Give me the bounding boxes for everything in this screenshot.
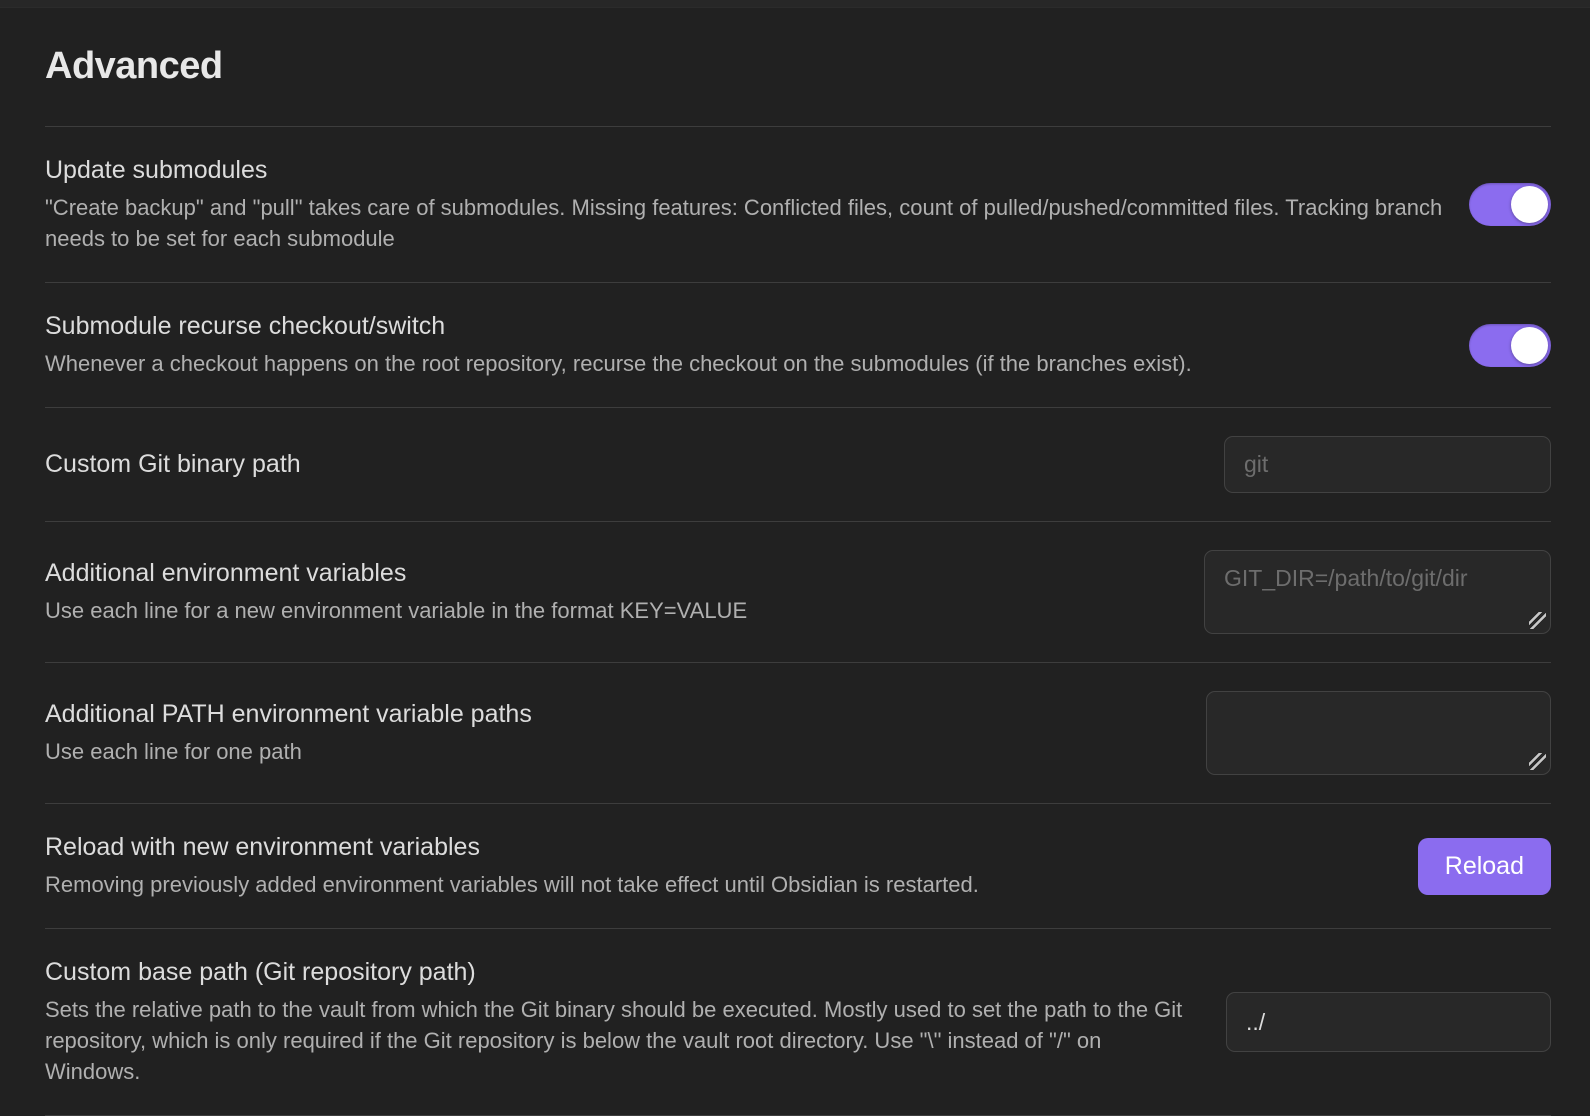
toggle-knob-icon <box>1511 327 1548 364</box>
setting-description: "Create backup" and "pull" takes care of… <box>45 192 1445 254</box>
setting-control <box>1469 183 1551 226</box>
setting-info: Additional environment variables Use eac… <box>45 558 1180 626</box>
resize-grip-icon[interactable] <box>1529 753 1546 770</box>
setting-control <box>1206 691 1551 775</box>
setting-item-update-submodules: Update submodules "Create backup" and "p… <box>45 126 1551 282</box>
setting-description: Sets the relative path to the vault from… <box>45 994 1202 1087</box>
setting-description: Use each line for a new environment vari… <box>45 595 1180 626</box>
setting-item-path-variables: Additional PATH environment variable pat… <box>45 662 1551 803</box>
setting-info: Submodule recurse checkout/switch Whenev… <box>45 311 1445 379</box>
setting-name: Reload with new environment variables <box>45 832 1394 863</box>
setting-description: Removing previously added environment va… <box>45 869 1394 900</box>
setting-control: Reload <box>1418 838 1551 895</box>
setting-item-custom-base-path: Custom base path (Git repository path) S… <box>45 928 1551 1116</box>
toggle-submodule-recurse[interactable] <box>1469 324 1551 367</box>
setting-item-env-variables: Additional environment variables Use eac… <box>45 521 1551 662</box>
toggle-update-submodules[interactable] <box>1469 183 1551 226</box>
resize-grip-icon[interactable] <box>1529 612 1546 629</box>
setting-name: Custom Git binary path <box>45 449 1200 480</box>
setting-control <box>1204 550 1551 634</box>
setting-item-reload-env: Reload with new environment variables Re… <box>45 803 1551 928</box>
settings-advanced-section: Advanced Update submodules "Create backu… <box>0 44 1590 1116</box>
setting-name: Additional PATH environment variable pat… <box>45 699 1182 730</box>
setting-item-git-binary-path: Custom Git binary path <box>45 407 1551 521</box>
setting-info: Custom Git binary path <box>45 449 1200 480</box>
setting-info: Update submodules "Create backup" and "p… <box>45 155 1445 254</box>
top-edge <box>0 0 1590 8</box>
page-title: Advanced <box>45 44 1551 88</box>
setting-name: Update submodules <box>45 155 1445 186</box>
git-binary-path-input[interactable] <box>1224 436 1551 493</box>
setting-name: Submodule recurse checkout/switch <box>45 311 1445 342</box>
toggle-knob-icon <box>1511 186 1548 223</box>
textarea-wrapper <box>1206 691 1551 775</box>
reload-button[interactable]: Reload <box>1418 838 1551 895</box>
setting-info: Custom base path (Git repository path) S… <box>45 957 1202 1087</box>
setting-control <box>1469 324 1551 367</box>
setting-description: Whenever a checkout happens on the root … <box>45 348 1445 379</box>
setting-item-submodule-recurse: Submodule recurse checkout/switch Whenev… <box>45 282 1551 407</box>
setting-name: Custom base path (Git repository path) <box>45 957 1202 988</box>
textarea-wrapper <box>1204 550 1551 634</box>
setting-control <box>1226 992 1551 1052</box>
setting-name: Additional environment variables <box>45 558 1180 589</box>
setting-control <box>1224 436 1551 493</box>
setting-info: Reload with new environment variables Re… <box>45 832 1394 900</box>
custom-base-path-input[interactable] <box>1226 992 1551 1052</box>
path-variables-textarea[interactable] <box>1206 691 1551 775</box>
setting-info: Additional PATH environment variable pat… <box>45 699 1182 767</box>
env-variables-textarea[interactable] <box>1204 550 1551 634</box>
setting-description: Use each line for one path <box>45 736 1182 767</box>
